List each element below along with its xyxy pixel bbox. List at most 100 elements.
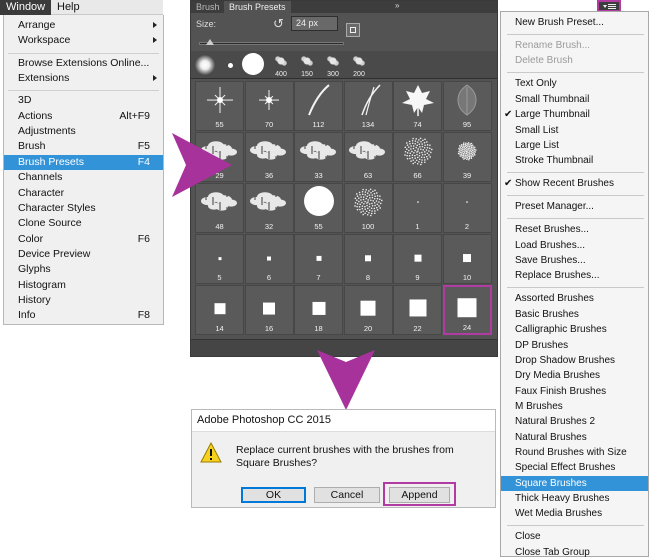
flyout-item-calligraphic-brushes[interactable]: Calligraphic Brushes	[501, 322, 648, 337]
flyout-item-natural-brushes-2[interactable]: Natural Brushes 2	[501, 414, 648, 429]
brush-preset-32[interactable]: 32	[244, 183, 294, 233]
size-slider-thumb[interactable]	[206, 39, 214, 45]
brush-preset-24[interactable]: 24	[442, 285, 492, 335]
flyout-item-save-brushes[interactable]: Save Brushes...	[501, 253, 648, 268]
ok-button[interactable]: OK	[241, 487, 306, 503]
new-preset-icon[interactable]	[346, 23, 360, 37]
brush-preset-8[interactable]: 8	[343, 234, 393, 284]
flyout-item-show-recent-brushes[interactable]: ✔ Show Recent Brushes	[501, 176, 648, 191]
menu-item-character-styles[interactable]: Character Styles	[4, 201, 163, 216]
menu-item-brush-presets[interactable]: Brush Presets F4	[4, 154, 163, 170]
brush-preset-18[interactable]: 18	[294, 285, 343, 335]
brush-preset-5[interactable]: 5	[195, 234, 244, 284]
menu-item-history[interactable]: History	[4, 293, 163, 308]
flyout-item-stroke-thumbnail[interactable]: Stroke Thumbnail	[501, 153, 648, 168]
brush-preset-55[interactable]: 55	[195, 81, 244, 131]
menu-item-color[interactable]: Color F6	[4, 232, 163, 247]
tab-brush-presets[interactable]: Brush Presets	[224, 1, 291, 13]
flyout-item-basic-brushes[interactable]: Basic Brushes	[501, 307, 648, 322]
flyout-item-small-thumbnail[interactable]: Small Thumbnail	[501, 92, 648, 107]
flyout-item-special-effect-brushes[interactable]: Special Effect Brushes	[501, 460, 648, 475]
menu-item-actions[interactable]: Actions Alt+F9	[4, 109, 163, 124]
recent-tiny-round[interactable]	[228, 63, 233, 68]
brush-preset-74[interactable]: 74	[393, 81, 442, 131]
brush-preset-55[interactable]: 55	[294, 183, 343, 233]
flyout-item-m-brushes[interactable]: M Brushes	[501, 399, 648, 414]
menu-item-browse-extensions-online[interactable]: Browse Extensions Online...	[4, 56, 163, 71]
flyout-item-wet-media-brushes[interactable]: Wet Media Brushes	[501, 506, 648, 521]
flyout-item-small-list[interactable]: Small List	[501, 123, 648, 138]
flyout-item-reset-brushes[interactable]: Reset Brushes...	[501, 222, 648, 237]
flyout-item-text-only[interactable]: Text Only	[501, 76, 648, 91]
flyout-item-new-brush-preset[interactable]: New Brush Preset...	[501, 15, 648, 30]
brush-preset-14[interactable]: 14	[195, 285, 244, 335]
flyout-item-thick-heavy-brushes[interactable]: Thick Heavy Brushes	[501, 491, 648, 506]
brush-preset-66[interactable]: 66	[393, 132, 442, 182]
cancel-button[interactable]: Cancel	[314, 487, 380, 503]
brush-preset-63[interactable]: 63	[343, 132, 393, 182]
recent-hard-round[interactable]	[242, 53, 264, 75]
recent-brush-200[interactable]: 200	[347, 51, 371, 79]
flyout-item-load-brushes[interactable]: Load Brushes...	[501, 238, 648, 253]
dialog-title: Adobe Photoshop CC 2015	[197, 414, 331, 426]
brush-preset-112[interactable]: 112	[294, 81, 343, 131]
brush-preset-33[interactable]: 33	[294, 132, 343, 182]
menu-item-extensions[interactable]: Extensions	[4, 71, 163, 86]
size-slider[interactable]	[199, 42, 344, 45]
brush-preset-9[interactable]: 9	[393, 234, 442, 284]
recent-brush-300[interactable]: 300	[321, 51, 345, 79]
brush-preset-100[interactable]: 100	[343, 183, 393, 233]
flyout-item-natural-brushes[interactable]: Natural Brushes	[501, 430, 648, 445]
brush-preset-36[interactable]: 36	[244, 132, 294, 182]
brush-preset-95[interactable]: 95	[442, 81, 492, 131]
menu-item-3d[interactable]: 3D	[4, 93, 163, 108]
brush-preset-22[interactable]: 22	[393, 285, 442, 335]
menu-item-brush[interactable]: Brush F5	[4, 139, 163, 154]
brush-preset-7[interactable]: 7	[294, 234, 343, 284]
menu-item-label: Info	[18, 309, 36, 322]
flyout-item-square-brushes[interactable]: Square Brushes	[501, 475, 648, 491]
menu-item-character[interactable]: Character	[4, 186, 163, 201]
brush-preset-70[interactable]: 70	[244, 81, 294, 131]
menu-item-device-preview[interactable]: Device Preview	[4, 247, 163, 262]
brush-preset-1[interactable]: 1	[393, 183, 442, 233]
append-button[interactable]: Append	[389, 487, 450, 503]
flyout-item-assorted-brushes[interactable]: Assorted Brushes	[501, 291, 648, 306]
flyout-item-large-thumbnail[interactable]: ✔ Large Thumbnail	[501, 107, 648, 122]
menu-item-channels[interactable]: Channels	[4, 170, 163, 185]
brush-preset-2[interactable]: 2	[442, 183, 492, 233]
brush-preset-134[interactable]: 134	[343, 81, 393, 131]
menu-item-workspace[interactable]: Workspace	[4, 33, 163, 48]
recent-soft-round[interactable]	[195, 55, 215, 75]
flyout-item-large-list[interactable]: Large List	[501, 138, 648, 153]
menu-item-adjustments[interactable]: Adjustments	[4, 124, 163, 139]
menu-item-arrange[interactable]: Arrange	[4, 18, 163, 33]
brush-preset-39[interactable]: 39	[442, 132, 492, 182]
brush-preset-10[interactable]: 10	[442, 234, 492, 284]
flyout-item-drop-shadow-brushes[interactable]: Drop Shadow Brushes	[501, 353, 648, 368]
collapse-panels-icon[interactable]: »	[395, 0, 407, 12]
brush-preset-6[interactable]: 6	[244, 234, 294, 284]
flyout-item-preset-manager[interactable]: Preset Manager...	[501, 199, 648, 214]
menu-item-clone-source[interactable]: Clone Source	[4, 216, 163, 231]
tab-brush[interactable]: Brush	[191, 1, 225, 13]
menu-item-glyphs[interactable]: Glyphs	[4, 262, 163, 277]
menu-item-info[interactable]: Info F8	[4, 308, 163, 323]
flyout-item-replace-brushes[interactable]: Replace Brushes...	[501, 268, 648, 283]
reset-size-icon[interactable]: ↺	[273, 17, 284, 30]
flyout-item-close[interactable]: Close	[501, 529, 648, 544]
menu-item-histogram[interactable]: Histogram	[4, 278, 163, 293]
recent-brush-150[interactable]: 150	[295, 51, 319, 79]
menu-item-label: Adjustments	[18, 125, 76, 138]
flyout-item-dry-media-brushes[interactable]: Dry Media Brushes	[501, 368, 648, 383]
flyout-item-close-tab-group[interactable]: Close Tab Group	[501, 545, 648, 557]
flyout-item-faux-finish-brushes[interactable]: Faux Finish Brushes	[501, 384, 648, 399]
flyout-item-dp-brushes[interactable]: DP Brushes	[501, 338, 648, 353]
menubar-window[interactable]: Window	[0, 0, 52, 15]
flyout-item-round-brushes-with-size[interactable]: Round Brushes with Size	[501, 445, 648, 460]
brush-preset-16[interactable]: 16	[244, 285, 294, 335]
recent-brush-400[interactable]: 400	[269, 51, 293, 79]
brush-preset-20[interactable]: 20	[343, 285, 393, 335]
menubar-help[interactable]: Help	[51, 0, 86, 15]
size-input[interactable]: 24 px	[291, 16, 338, 31]
